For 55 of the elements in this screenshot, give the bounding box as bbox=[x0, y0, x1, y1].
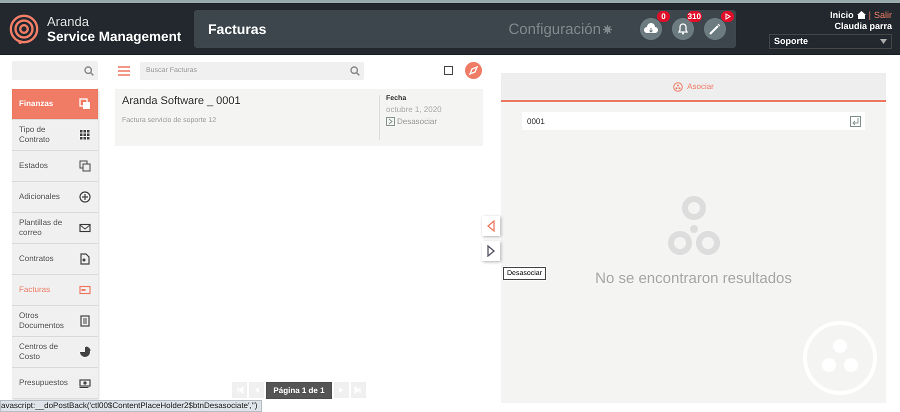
menu-icon[interactable] bbox=[118, 66, 130, 76]
sidebar-item[interactable]: Adicionales bbox=[12, 182, 98, 213]
home-link[interactable]: Inicio bbox=[830, 10, 854, 20]
user-name: Claudia parra bbox=[834, 20, 892, 30]
logo-icon bbox=[8, 13, 40, 45]
link-separator: | bbox=[868, 10, 871, 20]
notification-badge: 0 bbox=[657, 11, 670, 22]
brand-subtitle: Service Management bbox=[47, 28, 182, 44]
cloud-download-icon[interactable] bbox=[640, 18, 662, 40]
enter-icon[interactable] bbox=[850, 116, 861, 126]
associate-search-field[interactable]: 0001 bbox=[522, 112, 865, 130]
home-icon bbox=[856, 10, 866, 18]
page-indicator: Página 1 de 1 bbox=[266, 382, 332, 399]
brand-name: Aranda bbox=[47, 14, 90, 28]
logout-link[interactable]: Salir bbox=[874, 10, 892, 20]
sidebar-item[interactable]: Estados bbox=[12, 151, 98, 182]
banknote-icon bbox=[79, 377, 91, 389]
sidebar-item[interactable]: Centros de Costo bbox=[12, 337, 98, 368]
sidebar-item[interactable]: Presupuestos bbox=[12, 368, 98, 399]
browser-status-bar: avascript:__doPostBack('ctl00$ContentPlaceHolder2$btnDesasociate','') bbox=[0, 400, 262, 412]
right-triangle-icon bbox=[487, 245, 495, 257]
magic-wand-icon[interactable] bbox=[704, 18, 726, 40]
sidebar-search-field[interactable] bbox=[12, 61, 98, 80]
pie-chart-icon bbox=[79, 346, 91, 358]
select-all-checkbox[interactable] bbox=[444, 66, 453, 75]
role-select[interactable]: Soporte bbox=[769, 34, 892, 48]
caret-icon bbox=[880, 38, 887, 44]
search-icon bbox=[84, 66, 94, 76]
sidebar-item[interactable]: Otros Documentos bbox=[12, 306, 98, 337]
sidebar-item[interactable]: Plantillas de correo bbox=[12, 213, 98, 244]
unlink-button[interactable] bbox=[482, 241, 500, 261]
play-badge-icon bbox=[721, 11, 734, 22]
sidebar-item[interactable]: Contratos bbox=[12, 244, 98, 275]
compass-icon[interactable] bbox=[465, 62, 482, 79]
search-icon bbox=[350, 66, 360, 76]
plus-circle-icon bbox=[79, 191, 91, 203]
document-icon bbox=[79, 253, 91, 265]
stack-icon bbox=[79, 160, 91, 172]
copy-icon bbox=[79, 98, 91, 110]
card-icon bbox=[79, 284, 91, 296]
notes-icon bbox=[79, 315, 91, 327]
notification-badge: 310 bbox=[686, 11, 702, 22]
page-title: Facturas bbox=[207, 21, 268, 37]
bell-icon[interactable] bbox=[672, 18, 694, 40]
associate-button[interactable] bbox=[482, 216, 500, 236]
invoice-title: Aranda Software _ 0001 bbox=[122, 95, 242, 107]
invoice-date: octubre 1, 2020 bbox=[386, 105, 443, 114]
gear-icon bbox=[603, 24, 612, 34]
left-triangle-icon bbox=[487, 220, 495, 232]
grid-icon bbox=[79, 129, 91, 141]
dots-circle-icon bbox=[673, 82, 684, 92]
chevron-icon bbox=[386, 117, 395, 126]
empty-message: No se encontraron resultados bbox=[595, 270, 792, 287]
sidebar-item[interactable]: Tipo de Contrato bbox=[12, 120, 98, 151]
envelope-icon bbox=[79, 222, 91, 234]
